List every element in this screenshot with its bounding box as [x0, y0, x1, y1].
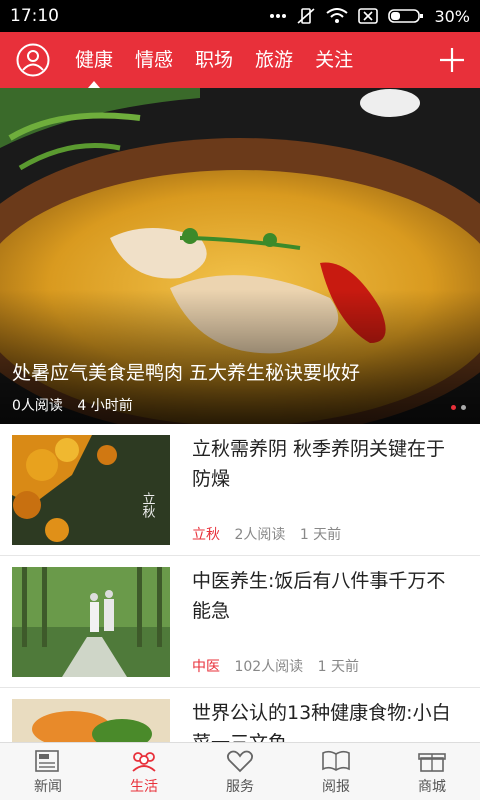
- status-time: 17:10: [10, 6, 59, 26]
- tab-emotion[interactable]: 情感: [124, 32, 184, 88]
- article-time: 1 天前: [317, 659, 359, 675]
- more-dots-icon: [270, 14, 287, 18]
- nav-service[interactable]: 服务: [192, 743, 288, 800]
- article-title[interactable]: 立秋需养阴 秋季养阴关键在于防燥: [192, 434, 464, 494]
- article-thumbnail: 立秋: [12, 435, 170, 545]
- bottom-nav: 新闻 生活 服务 阅报 商城: [0, 742, 480, 800]
- tab-career[interactable]: 职场: [184, 32, 244, 88]
- book-icon: [322, 750, 350, 771]
- tab-travel[interactable]: 旅游: [244, 32, 304, 88]
- article-title[interactable]: 世界公认的13种健康食物:小白菜一三文鱼: [192, 698, 464, 742]
- article-thumbnail: [12, 699, 170, 742]
- tab-health[interactable]: 健康: [64, 32, 124, 88]
- hero-meta: 0人阅读 4 小时前: [12, 395, 143, 415]
- article-read-count: 2人阅读: [234, 527, 286, 543]
- article-thumbnail: [12, 567, 170, 677]
- nav-label: 商城: [418, 779, 446, 795]
- nav-read-paper[interactable]: 阅报: [288, 743, 384, 800]
- vibrate-mute-icon: [297, 8, 315, 24]
- carousel-indicator: [451, 405, 466, 410]
- article-read-count: 102人阅读: [234, 659, 304, 675]
- article-tag[interactable]: 中医: [192, 659, 220, 675]
- article-title[interactable]: 中医养生:饭后有八件事千万不能急: [192, 566, 464, 626]
- no-sim-icon: [358, 8, 379, 24]
- wifi-icon: [326, 8, 349, 23]
- hero-read-count: 0人阅读: [12, 398, 63, 414]
- article-list: 立秋 立秋需养阴 秋季养阴关键在于防燥 立秋 2人阅读 1 天前 中医养生:饭后…: [0, 424, 480, 742]
- nav-mall[interactable]: 商城: [384, 743, 480, 800]
- battery-percent: 30%: [434, 6, 470, 26]
- list-item[interactable]: 立秋 立秋需养阴 秋季养阴关键在于防燥 立秋 2人阅读 1 天前: [0, 424, 480, 556]
- gift-icon: [418, 753, 446, 772]
- nav-news[interactable]: 新闻: [0, 743, 96, 800]
- list-item[interactable]: 中医养生:饭后有八件事千万不能急 中医 102人阅读 1 天前: [0, 556, 480, 688]
- hero-title[interactable]: 处暑应气美食是鸭肉 五大养生秘诀要收好: [12, 358, 360, 385]
- hero-banner[interactable]: 处暑应气美食是鸭肉 五大养生秘诀要收好 0人阅读 4 小时前: [0, 88, 480, 424]
- battery-icon: [388, 9, 424, 23]
- user-avatar-icon[interactable]: [16, 43, 50, 77]
- nav-label: 服务: [226, 779, 254, 795]
- nav-life[interactable]: 生活: [96, 743, 192, 800]
- top-bar: 健康 情感 职场 旅游 关注: [0, 32, 480, 88]
- tab-follow[interactable]: 关注: [304, 32, 364, 88]
- nav-label: 阅报: [322, 779, 350, 795]
- add-channel-button[interactable]: [424, 32, 480, 88]
- thumbnail-text: 立秋: [140, 492, 156, 518]
- nav-label: 生活: [130, 779, 158, 795]
- newspaper-icon: [35, 750, 59, 772]
- nav-label: 新闻: [34, 779, 62, 795]
- people-icon: [132, 752, 156, 772]
- hero-time: 4 小时前: [77, 398, 133, 414]
- category-tabs: 健康 情感 职场 旅游 关注: [64, 32, 424, 88]
- heart-icon: [226, 750, 254, 773]
- carousel-dot: [461, 405, 466, 410]
- list-item[interactable]: 世界公认的13种健康食物:小白菜一三文鱼: [0, 688, 480, 742]
- article-meta: 立秋 2人阅读 1 天前: [192, 524, 351, 544]
- article-meta: 中医 102人阅读 1 天前: [192, 656, 369, 676]
- plus-icon: [440, 48, 464, 72]
- article-time: 1 天前: [299, 527, 342, 543]
- status-bar: 17:10 30%: [0, 0, 480, 32]
- carousel-dot-active: [451, 405, 456, 410]
- article-tag[interactable]: 立秋: [192, 527, 220, 543]
